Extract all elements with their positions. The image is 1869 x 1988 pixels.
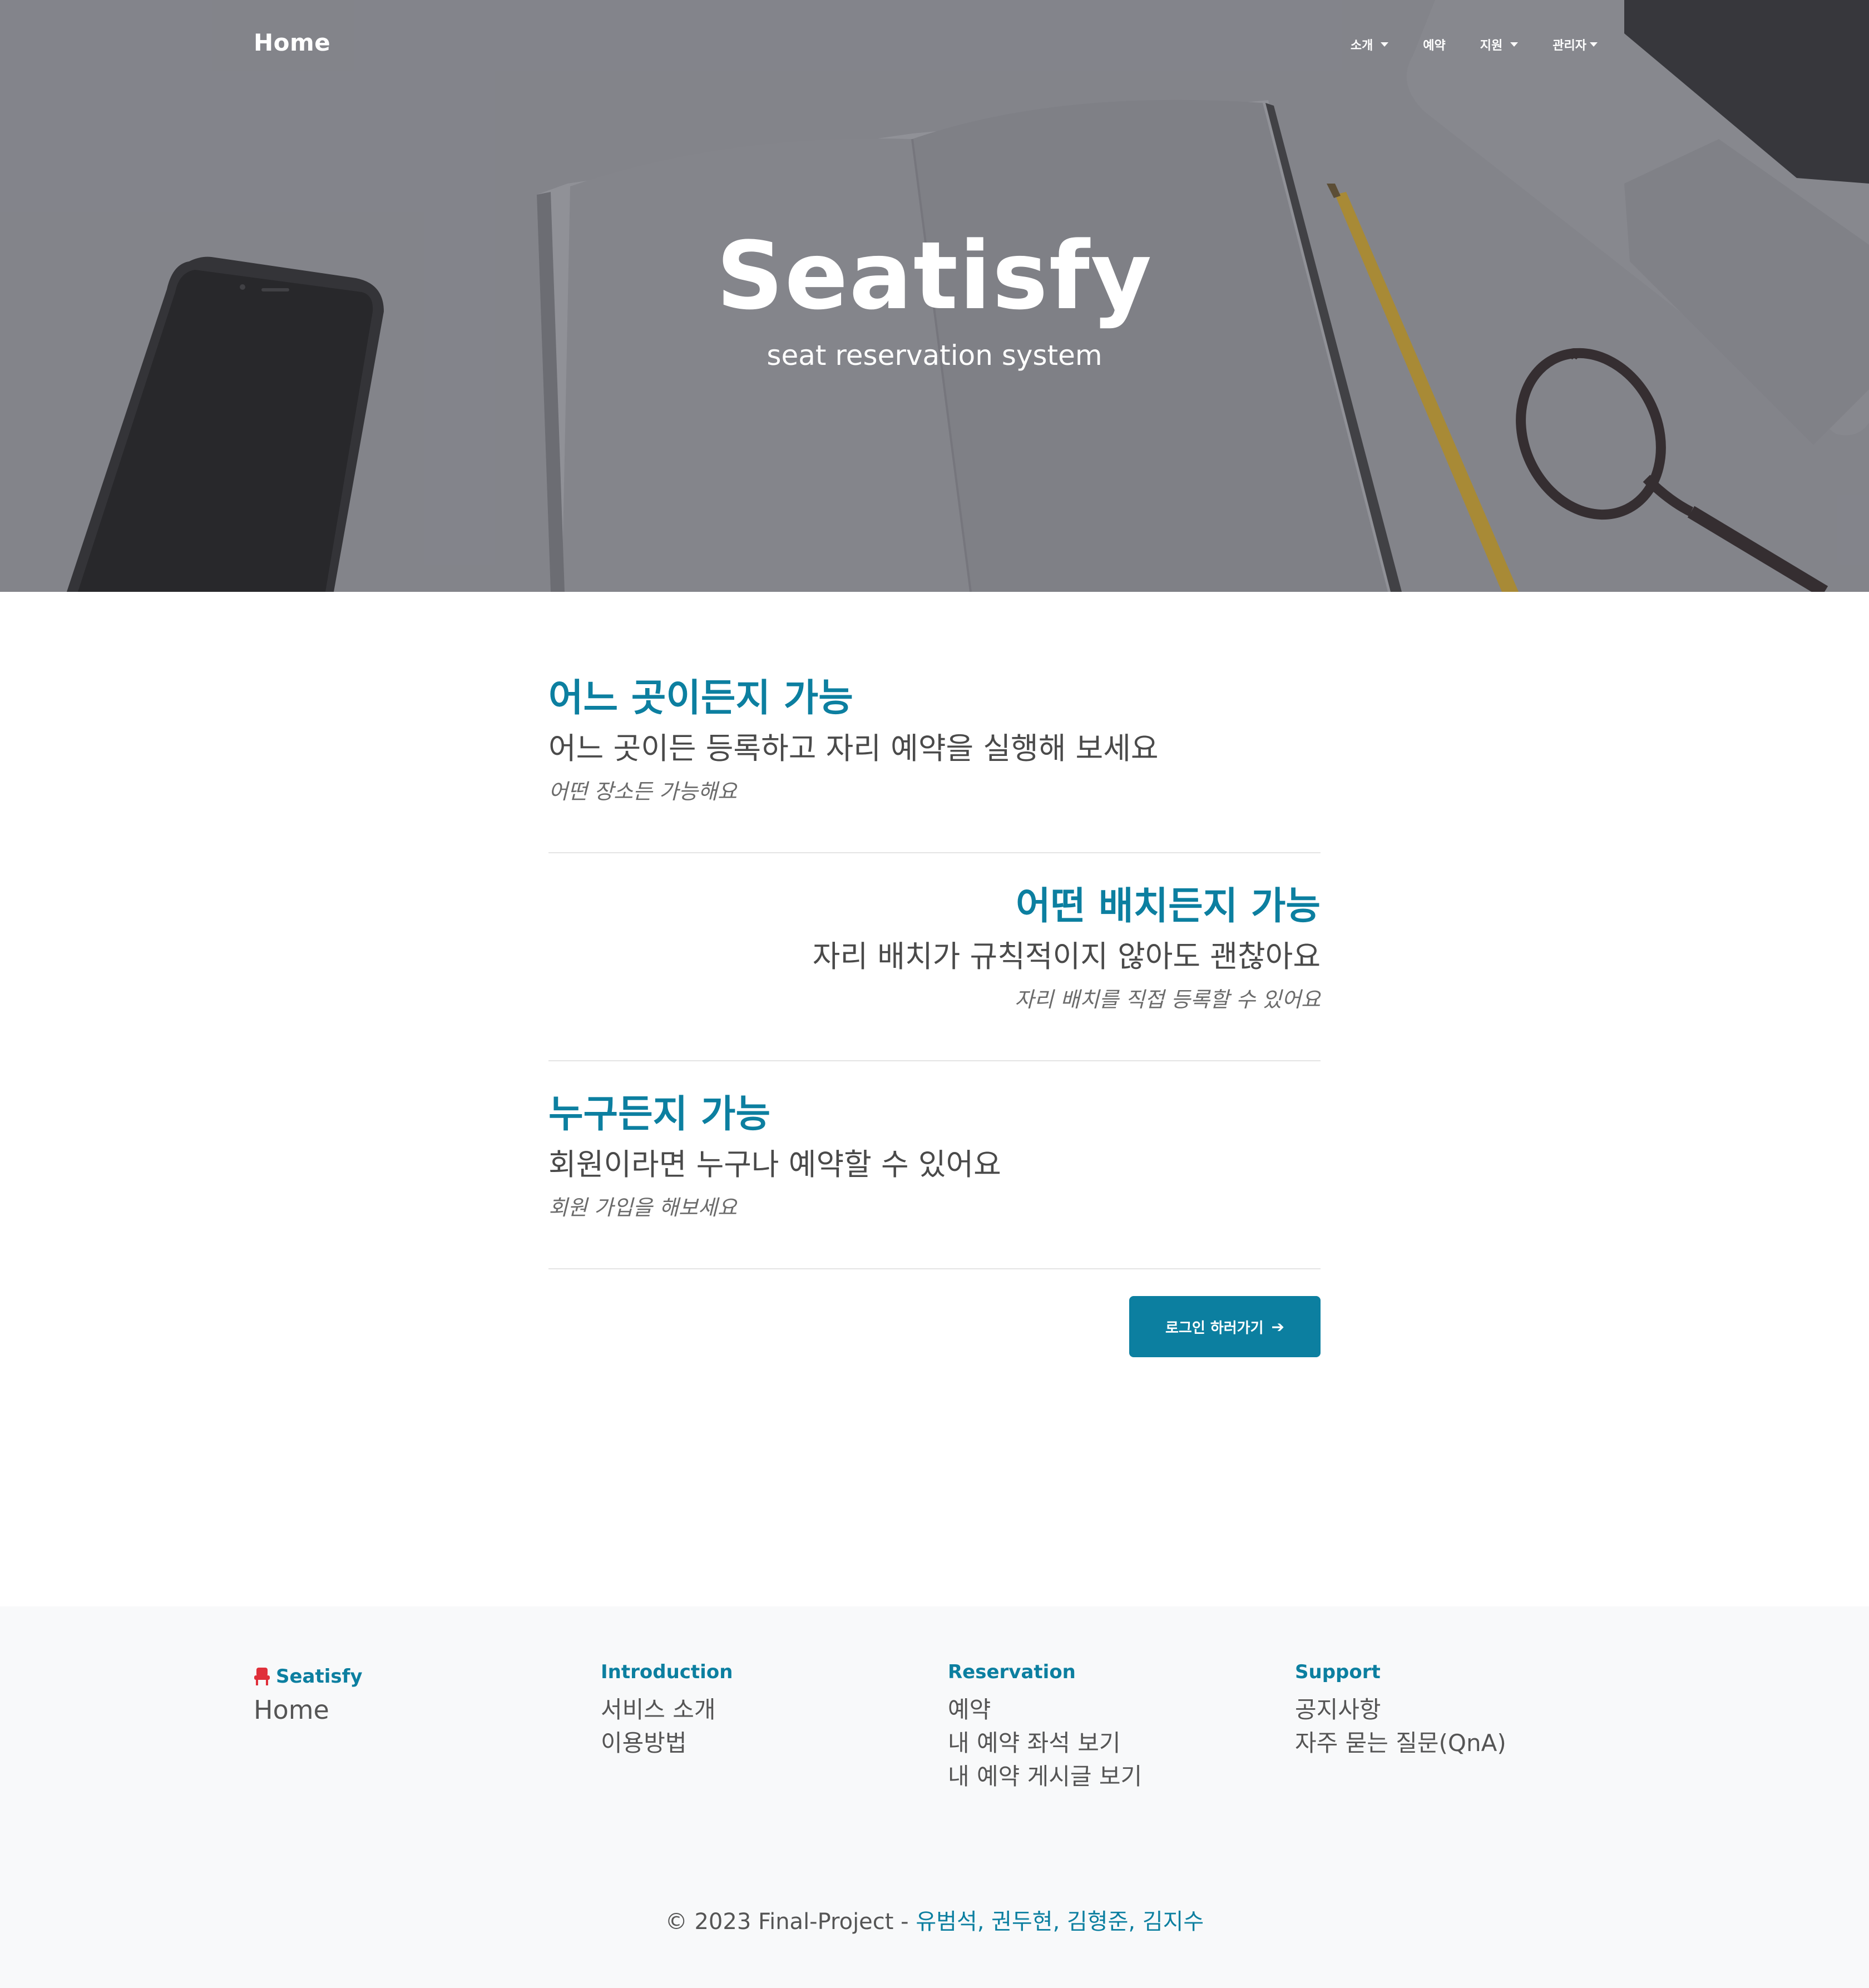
nav-item-support[interactable]: 지원 [1480,36,1519,53]
copyright-authors[interactable]: 유범석, 권두현, 김형준, 김지수 [916,1909,1204,1935]
nav-item-support-label: 지원 [1480,39,1503,53]
hero-subtitle: seat reservation system [767,339,1102,372]
copyright: © 2023 Final-Project - 유범석, 권두현, 김형준, 김지… [0,1903,1869,1936]
feature-note: 자리 배치를 직접 등록할 수 있어요 [1015,987,1321,1012]
nav-item-admin-label: 관리자 [1552,39,1586,53]
footer-brand-name: Seatisfy [276,1665,363,1688]
feature-title: 어떤 배치든지 가능 [1016,884,1321,928]
feature-anyone: 누구든지 가능 회원이라면 누구나 예약할 수 있어요 회원 가입을 해보세요 [548,1092,1321,1220]
footer-column-introduction: Introduction 서비스 소개 이용방법 [601,1660,733,1760]
seat-icon [254,1668,270,1685]
feature-description: 자리 배치가 규칙적이지 않아도 괜찮아요 [812,939,1321,974]
divider [548,852,1321,853]
footer-link-my-posts[interactable]: 내 예약 게시글 보기 [948,1760,1142,1793]
footer-column-reservation: Reservation 예약 내 예약 좌석 보기 내 예약 게시글 보기 [948,1660,1142,1793]
footer-brand: Seatisfy [254,1665,363,1688]
footer-column-heading: Reservation [948,1661,1076,1683]
caret-down-icon [1590,42,1598,47]
footer: Seatisfy Home Introduction 서비스 소개 이용방법 R… [0,1606,1869,1988]
footer-column-heading: Support [1295,1661,1381,1683]
nav-brand-home[interactable]: Home [254,29,330,56]
feature-description: 어느 곳이든 등록하고 자리 예약을 실행해 보세요 [548,731,1159,766]
caret-down-icon [1381,42,1389,47]
nav-item-intro[interactable]: 소개 [1350,36,1389,53]
arrow-right-icon: ➔ [1271,1317,1284,1336]
caret-down-icon [1510,42,1519,47]
hero-title: Seatisfy [716,221,1153,330]
copyright-text: © 2023 Final-Project - [665,1909,916,1935]
top-navigation: 소개 예약 지원 관리자 [1316,36,1598,53]
nav-item-intro-label: 소개 [1350,39,1373,53]
nav-item-reservation-label: 예약 [1423,39,1446,53]
footer-link-how-to-use[interactable]: 이용방법 [601,1727,733,1760]
feature-anywhere: 어느 곳이든지 가능 어느 곳이든 등록하고 자리 예약을 실행해 보세요 어떤… [548,676,1321,804]
feature-any-layout: 어떤 배치든지 가능 자리 배치가 규칙적이지 않아도 괜찮아요 자리 배치를 … [548,884,1321,1012]
footer-link-service-intro[interactable]: 서비스 소개 [601,1693,733,1727]
feature-note: 어떤 장소든 가능해요 [548,779,737,804]
nav-item-reservation[interactable]: 예약 [1423,36,1445,53]
footer-link-faq[interactable]: 자주 묻는 질문(QnA) [1295,1727,1506,1760]
nav-item-admin[interactable]: 관리자 [1552,36,1598,53]
feature-note: 회원 가입을 해보세요 [548,1195,737,1220]
footer-column-heading: Introduction [601,1661,733,1683]
footer-link-my-seats[interactable]: 내 예약 좌석 보기 [948,1727,1142,1760]
feature-title: 어느 곳이든지 가능 [548,676,853,720]
feature-title: 누구든지 가능 [548,1092,771,1136]
footer-column-support: Support 공지사항 자주 묻는 질문(QnA) [1295,1660,1506,1760]
footer-home-link[interactable]: Home [254,1693,329,1727]
footer-link-reservation[interactable]: 예약 [948,1693,1142,1727]
divider [548,1060,1321,1061]
login-button-label: 로그인 하러가기 [1165,1319,1264,1337]
feature-description: 회원이라면 누구나 예약할 수 있어요 [548,1147,1001,1182]
login-button[interactable]: 로그인 하러가기 ➔ [1129,1296,1321,1357]
footer-link-notices[interactable]: 공지사항 [1295,1693,1506,1727]
divider [548,1268,1321,1269]
hero-section: Home 소개 예약 지원 관리자 Seatisfy seat reservat… [0,0,1869,592]
